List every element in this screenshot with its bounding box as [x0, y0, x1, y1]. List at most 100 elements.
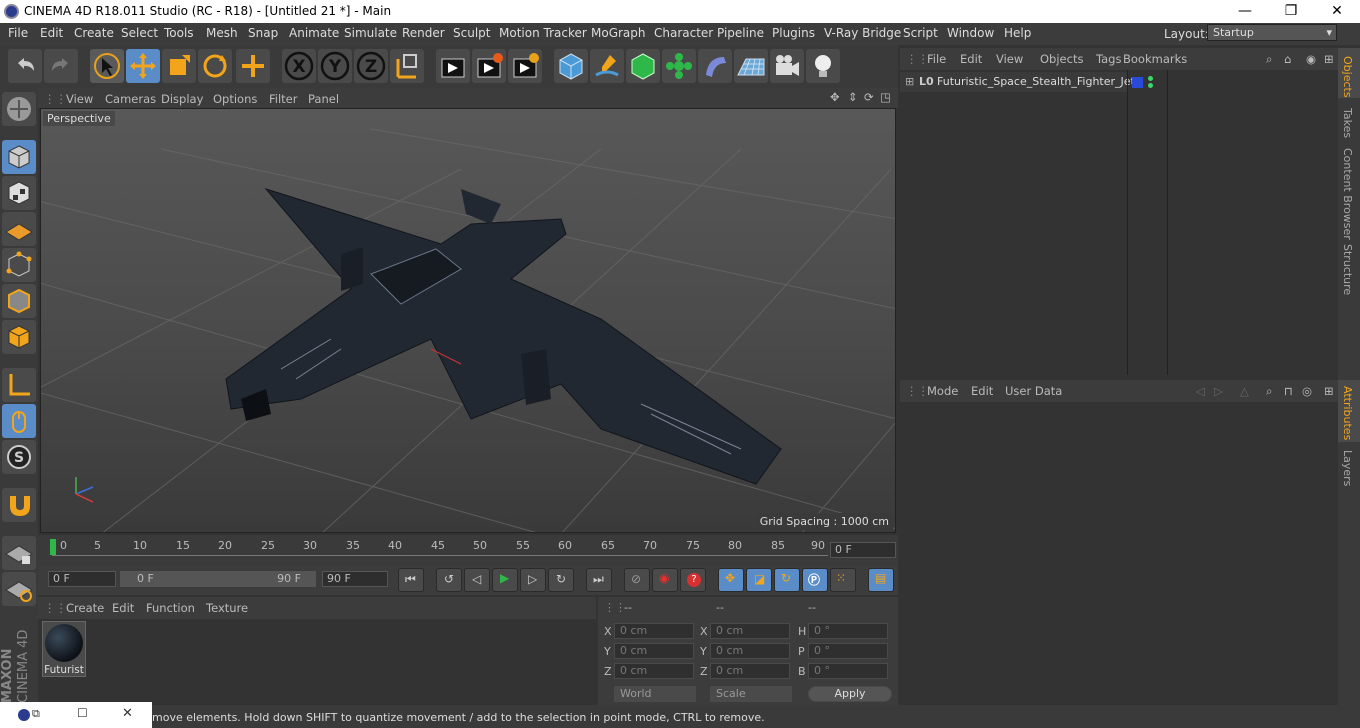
apply-button[interactable]: Apply: [808, 686, 892, 702]
attribute-menu-edit[interactable]: Edit: [971, 384, 993, 398]
eye-icon[interactable]: ◉: [1306, 52, 1316, 66]
menu-plugins[interactable]: Plugins: [772, 26, 815, 40]
attribute-menu-user-data[interactable]: User Data: [1005, 384, 1062, 398]
render-settings-button[interactable]: [508, 49, 542, 83]
viewport-zoom-icon[interactable]: ⇕: [848, 90, 858, 104]
go-to-end-button[interactable]: ⏭: [586, 568, 612, 592]
menu-mograph[interactable]: MoGraph: [591, 26, 646, 40]
camera-button[interactable]: [770, 49, 804, 83]
layout-select[interactable]: Startup ▾: [1207, 24, 1337, 41]
material-menu-create[interactable]: Create: [66, 601, 104, 615]
object-menu-objects[interactable]: Objects: [1040, 52, 1083, 66]
tab-structure[interactable]: Structure: [1341, 244, 1354, 295]
viewport-menu-display[interactable]: Display: [161, 92, 203, 106]
workplane-button[interactable]: [2, 212, 36, 246]
snap-button[interactable]: [2, 488, 36, 522]
close-button[interactable]: ✕: [1314, 0, 1360, 23]
home-icon[interactable]: ⌂: [1284, 52, 1291, 66]
size-x-field[interactable]: 0 cm: [710, 623, 790, 639]
go-to-start-button[interactable]: ⏮: [398, 568, 424, 592]
next-key-button[interactable]: ↻: [548, 568, 574, 592]
object-menu-tags[interactable]: Tags: [1096, 52, 1121, 66]
polygons-mode-button[interactable]: [2, 320, 36, 354]
key-pla-button[interactable]: ⁙: [830, 568, 856, 592]
menu-render[interactable]: Render: [402, 26, 445, 40]
tab-layers[interactable]: Layers: [1341, 450, 1354, 486]
search-icon[interactable]: ⌕: [1266, 384, 1272, 399]
coordinate-system-button[interactable]: [390, 49, 424, 83]
menu-tools[interactable]: Tools: [164, 26, 194, 40]
render-view-button[interactable]: [436, 49, 470, 83]
tab-attributes[interactable]: Attributes: [1341, 386, 1354, 440]
menu-window[interactable]: Window: [947, 26, 994, 40]
size-z-field[interactable]: 0 cm: [710, 663, 790, 679]
lock-icon[interactable]: ⊓: [1284, 384, 1293, 398]
timeline-window-button[interactable]: ▤: [868, 568, 894, 592]
previous-key-button[interactable]: ↺: [436, 568, 462, 592]
record-keys-button[interactable]: ⊘: [624, 568, 650, 592]
size-y-field[interactable]: 0 cm: [710, 643, 790, 659]
texture-mode-button[interactable]: [2, 176, 36, 210]
render-picture-viewer-button[interactable]: [472, 49, 506, 83]
new-window-icon[interactable]: ⊞: [1324, 384, 1334, 398]
transform-mode-select[interactable]: Scale: [710, 686, 792, 702]
menu-character[interactable]: Character: [654, 26, 713, 40]
tab-objects[interactable]: Objects: [1341, 56, 1354, 98]
rotate-tool-button[interactable]: [198, 49, 232, 83]
object-menu-view[interactable]: View: [996, 52, 1023, 66]
maximize-button[interactable]: ❐: [1268, 0, 1314, 23]
cloner-button[interactable]: [662, 49, 696, 83]
solo-button[interactable]: S: [2, 440, 36, 474]
menu-vray-bridge[interactable]: V-Ray Bridge: [824, 26, 901, 40]
deformer-button[interactable]: [698, 49, 732, 83]
menu-simulate[interactable]: Simulate: [344, 26, 397, 40]
object-row[interactable]: ⊞ L0 Futuristic_Space_Stealth_Fighter_Je…: [900, 72, 1135, 92]
z-axis-button[interactable]: Z: [354, 49, 388, 83]
viewport[interactable]: Perspective Grid Spacing : 1000 cm: [40, 108, 896, 533]
end-frame-field[interactable]: 90 F: [322, 571, 388, 587]
menu-script[interactable]: Script: [903, 26, 938, 40]
viewport-menu-options[interactable]: Options: [213, 92, 257, 106]
tab-content-browser[interactable]: Content Browser: [1341, 148, 1354, 240]
object-menu-file[interactable]: File: [927, 52, 946, 66]
undo-button[interactable]: [8, 49, 42, 83]
attribute-menu-mode[interactable]: Mode: [927, 384, 958, 398]
object-menu-edit[interactable]: Edit: [960, 52, 982, 66]
frame-range-slider[interactable]: 0 F 90 F: [120, 571, 316, 587]
next-frame-button[interactable]: ▷: [520, 568, 546, 592]
editor-visibility-dot[interactable]: [1148, 76, 1153, 81]
menu-pipeline[interactable]: Pipeline: [717, 26, 764, 40]
new-window-icon[interactable]: ⊞: [1324, 52, 1334, 66]
object-menu-bookmarks[interactable]: Bookmarks: [1123, 52, 1187, 66]
position-z-field[interactable]: 0 cm: [614, 663, 694, 679]
key-position-button[interactable]: ✥: [718, 568, 744, 592]
restore-icon[interactable]: ⧉: [32, 707, 40, 721]
planar-workplane-button[interactable]: [2, 572, 36, 606]
viewport-menu-cameras[interactable]: Cameras: [105, 92, 156, 106]
play-button[interactable]: ▶: [492, 568, 518, 592]
back-arrow-icon[interactable]: ◁: [1196, 384, 1205, 398]
menu-sculpt[interactable]: Sculpt: [453, 26, 490, 40]
scale-tool-button[interactable]: [162, 49, 196, 83]
edges-mode-button[interactable]: [2, 284, 36, 318]
viewport-menu-panel[interactable]: Panel: [308, 92, 339, 106]
rotation-h-field[interactable]: 0 °: [808, 623, 888, 639]
viewport-menu-filter[interactable]: Filter: [269, 92, 297, 106]
key-parameter-button[interactable]: Ⓟ: [802, 568, 828, 592]
redo-button[interactable]: [44, 49, 78, 83]
maximize-icon[interactable]: ☐: [77, 706, 88, 720]
tweak-mode-button[interactable]: [2, 404, 36, 438]
layer-color-swatch[interactable]: [1132, 77, 1143, 88]
tab-takes[interactable]: Takes: [1341, 108, 1354, 138]
key-scale-button[interactable]: ◪: [746, 568, 772, 592]
up-arrow-icon[interactable]: △: [1240, 384, 1249, 398]
autokey-button[interactable]: ◉: [652, 568, 678, 592]
menu-file[interactable]: File: [8, 26, 28, 40]
key-rotation-button[interactable]: ↻: [774, 568, 800, 592]
minimize-button[interactable]: —: [1222, 0, 1268, 23]
menu-edit[interactable]: Edit: [40, 26, 63, 40]
viewport-move-icon[interactable]: ✥: [830, 90, 840, 104]
expand-icon[interactable]: ⊞: [905, 75, 914, 88]
timeline-ruler[interactable]: 0 5 10 15 20 25 30 35 40 45 50 55 60 65 …: [38, 535, 898, 565]
keyframe-selection-button[interactable]: ?: [680, 568, 706, 592]
